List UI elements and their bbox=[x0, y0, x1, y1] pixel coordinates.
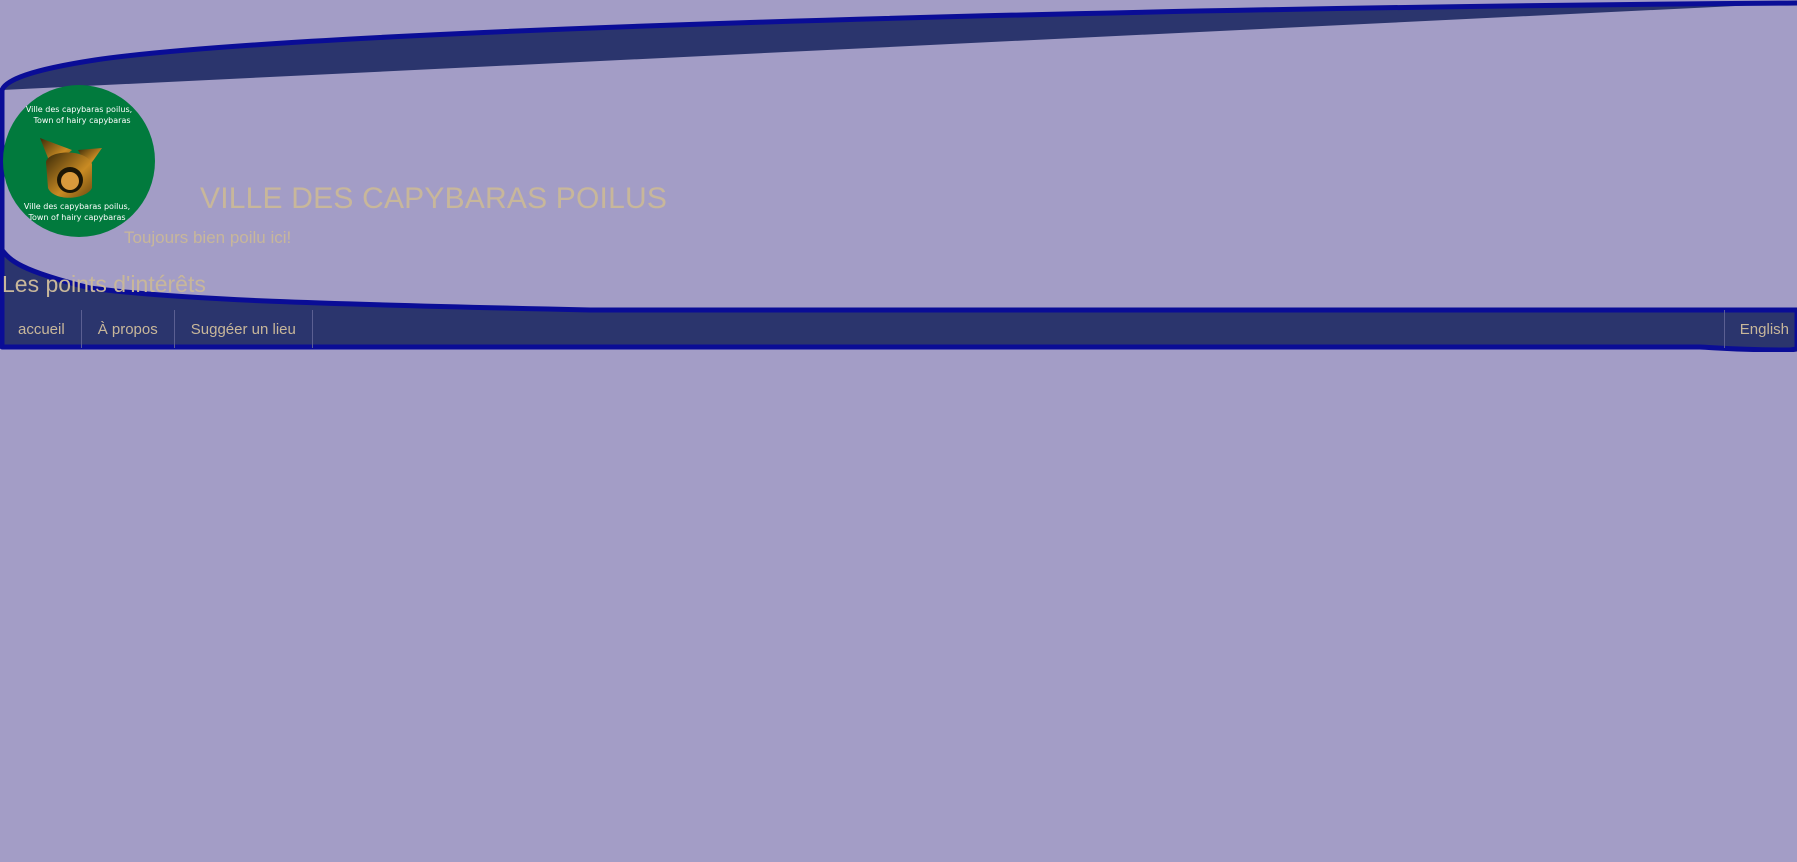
page: Ville des capybaras poilus, Town of hair… bbox=[0, 0, 1797, 862]
main-nav: accueil À propos Suggéer un lieu English bbox=[2, 310, 1797, 348]
language-switch[interactable]: English bbox=[1723, 310, 1797, 348]
nav-item-suggest-place[interactable]: Suggéer un lieu bbox=[175, 310, 313, 348]
logo-caption-top-2: Town of hairy capybaras bbox=[32, 116, 130, 125]
logo-caption-top-1: Ville des capybaras poilus, bbox=[26, 105, 132, 114]
nav-item-accueil[interactable]: accueil bbox=[2, 310, 82, 348]
header-banner bbox=[0, 0, 1797, 352]
logo-caption-bottom-2: Town of hairy capybaras bbox=[27, 213, 125, 222]
logo-caption-bottom-1: Ville des capybaras poilus, bbox=[24, 202, 130, 211]
town-logo: Ville des capybaras poilus, Town of hair… bbox=[3, 85, 155, 237]
section-heading: Les points d'intérêts bbox=[2, 271, 206, 297]
language-label: English bbox=[1739, 320, 1789, 338]
site-tagline: Toujours bien poilu ici! bbox=[124, 228, 292, 247]
site-title: VILLE DES CAPYBARAS POILUS bbox=[200, 182, 668, 215]
nav-item-label: À propos bbox=[97, 320, 158, 338]
nav-item-label: accueil bbox=[18, 320, 65, 338]
nav-item-a-propos[interactable]: À propos bbox=[82, 310, 175, 348]
banner-curve bbox=[0, 0, 1797, 352]
nav-item-label: Suggéer un lieu bbox=[190, 320, 296, 338]
